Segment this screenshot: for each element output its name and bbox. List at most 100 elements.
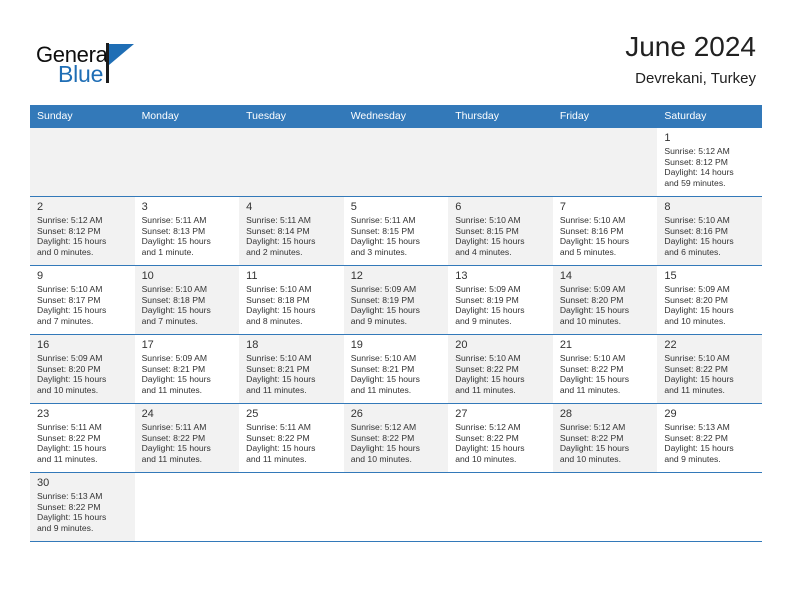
calendar-day-cell[interactable]: 27 Sunrise: 5:12 AM Sunset: 8:22 PM Dayli… <box>448 403 553 473</box>
calendar-day-cell[interactable]: 4 Sunrise: 5:11 AM Sunset: 8:14 PM Daylig… <box>239 196 344 266</box>
sun-times-detail: Sunrise: 5:10 AM Sunset: 8:22 PM Dayligh… <box>455 353 525 395</box>
calendar-cell-content <box>448 128 553 196</box>
calendar-cell-content: 10 Sunrise: 5:10 AM Sunset: 8:18 PM Dayli… <box>134 266 240 334</box>
calendar-cell-content: 6 Sunrise: 5:10 AM Sunset: 8:15 PM Daylig… <box>448 197 553 265</box>
day-number: 16 <box>37 339 50 351</box>
calendar-day-cell[interactable]: 24 Sunrise: 5:11 AM Sunset: 8:22 PM Dayli… <box>134 403 240 473</box>
calendar-day-cell[interactable]: 17 Sunrise: 5:09 AM Sunset: 8:21 PM Dayli… <box>134 334 240 404</box>
calendar-cell-content: 18 Sunrise: 5:10 AM Sunset: 8:21 PM Dayli… <box>239 335 344 403</box>
sun-times-detail: Sunrise: 5:10 AM Sunset: 8:22 PM Dayligh… <box>664 353 734 395</box>
title-block: June 2024 Devrekani, Turkey <box>625 30 756 90</box>
calendar-cell-content: 4 Sunrise: 5:11 AM Sunset: 8:14 PM Daylig… <box>239 197 344 265</box>
sun-times-detail: Sunrise: 5:09 AM Sunset: 8:19 PM Dayligh… <box>455 284 525 326</box>
calendar-day-cell[interactable]: 12 Sunrise: 5:09 AM Sunset: 8:19 PM Dayli… <box>343 265 449 335</box>
calendar-week-row: 23 Sunrise: 5:11 AM Sunset: 8:22 PM Dayli… <box>30 403 762 473</box>
calendar-day-cell[interactable]: 1 Sunrise: 5:12 AM Sunset: 8:12 PM Daylig… <box>657 127 762 197</box>
calendar-week-row: 1 Sunrise: 5:12 AM Sunset: 8:12 PM Daylig… <box>30 127 762 197</box>
calendar-cell-content: 28 Sunrise: 5:12 AM Sunset: 8:22 PM Dayli… <box>552 404 658 472</box>
day-number: 7 <box>559 201 566 213</box>
weekday-header-friday: Friday <box>552 105 658 128</box>
weekday-header-sunday: Sunday <box>30 105 135 128</box>
day-number: 25 <box>246 408 259 420</box>
calendar-cell-content: 29 Sunrise: 5:13 AM Sunset: 8:22 PM Dayli… <box>657 404 762 472</box>
sun-times-detail: Sunrise: 5:11 AM Sunset: 8:14 PM Dayligh… <box>246 215 316 257</box>
calendar-cell-content: 13 Sunrise: 5:09 AM Sunset: 8:19 PM Dayli… <box>448 266 553 334</box>
calendar-page: General Blue June 2024 Devrekani, Turkey… <box>0 0 792 612</box>
sun-times-detail: Sunrise: 5:10 AM Sunset: 8:16 PM Dayligh… <box>559 215 630 257</box>
calendar-day-cell[interactable]: 20 Sunrise: 5:10 AM Sunset: 8:22 PM Dayli… <box>448 334 553 404</box>
calendar-cell-content: 14 Sunrise: 5:09 AM Sunset: 8:20 PM Dayli… <box>552 266 658 334</box>
calendar-day-cell[interactable]: 26 Sunrise: 5:12 AM Sunset: 8:22 PM Dayli… <box>343 403 449 473</box>
sun-times-detail: Sunrise: 5:09 AM Sunset: 8:20 PM Dayligh… <box>559 284 630 326</box>
calendar-day-cell[interactable]: 23 Sunrise: 5:11 AM Sunset: 8:22 PM Dayli… <box>30 403 135 473</box>
sun-times-detail: Sunrise: 5:12 AM Sunset: 8:22 PM Dayligh… <box>350 422 420 464</box>
calendar-day-cell[interactable]: 3 Sunrise: 5:11 AM Sunset: 8:13 PM Daylig… <box>134 196 240 266</box>
calendar-cell-empty <box>239 472 344 541</box>
calendar-day-cell[interactable]: 28 Sunrise: 5:12 AM Sunset: 8:22 PM Dayli… <box>552 403 658 473</box>
day-number: 13 <box>455 270 468 282</box>
sun-times-detail: Sunrise: 5:13 AM Sunset: 8:22 PM Dayligh… <box>37 491 107 533</box>
logo-text-blue: Blue <box>58 61 104 87</box>
calendar-cell-content: 24 Sunrise: 5:11 AM Sunset: 8:22 PM Dayli… <box>134 404 240 472</box>
calendar-cell-empty <box>239 127 344 197</box>
calendar-cell-content <box>239 473 344 541</box>
calendar-day-cell[interactable]: 7 Sunrise: 5:10 AM Sunset: 8:16 PM Daylig… <box>552 196 658 266</box>
day-number: 30 <box>37 477 50 489</box>
calendar-cell-content: 26 Sunrise: 5:12 AM Sunset: 8:22 PM Dayli… <box>343 404 449 472</box>
sun-times-detail: Sunrise: 5:11 AM Sunset: 8:15 PM Dayligh… <box>350 215 420 257</box>
calendar-day-cell[interactable]: 14 Sunrise: 5:09 AM Sunset: 8:20 PM Dayli… <box>552 265 658 335</box>
calendar-day-cell[interactable]: 2 Sunrise: 5:12 AM Sunset: 8:12 PM Daylig… <box>30 196 135 266</box>
calendar-cell-content: 27 Sunrise: 5:12 AM Sunset: 8:22 PM Dayli… <box>448 404 553 472</box>
calendar-week-row: 2 Sunrise: 5:12 AM Sunset: 8:12 PM Daylig… <box>30 196 762 266</box>
day-number: 18 <box>246 339 259 351</box>
calendar-cell-content: 1 Sunrise: 5:12 AM Sunset: 8:12 PM Daylig… <box>657 128 762 196</box>
calendar-day-cell[interactable]: 10 Sunrise: 5:10 AM Sunset: 8:18 PM Dayli… <box>134 265 240 335</box>
calendar-cell-content <box>657 473 762 541</box>
calendar-day-cell[interactable]: 22 Sunrise: 5:10 AM Sunset: 8:22 PM Dayli… <box>657 334 762 404</box>
sun-times-detail: Sunrise: 5:10 AM Sunset: 8:22 PM Dayligh… <box>559 353 630 395</box>
calendar-day-cell[interactable]: 6 Sunrise: 5:10 AM Sunset: 8:15 PM Daylig… <box>448 196 553 266</box>
calendar-day-cell[interactable]: 9 Sunrise: 5:10 AM Sunset: 8:17 PM Daylig… <box>30 265 135 335</box>
calendar-day-cell[interactable]: 25 Sunrise: 5:11 AM Sunset: 8:22 PM Dayli… <box>239 403 344 473</box>
calendar-cell-empty <box>657 472 762 541</box>
calendar-day-cell[interactable]: 19 Sunrise: 5:10 AM Sunset: 8:21 PM Dayli… <box>343 334 449 404</box>
calendar-day-cell[interactable]: 11 Sunrise: 5:10 AM Sunset: 8:18 PM Dayli… <box>239 265 344 335</box>
calendar-day-cell[interactable]: 29 Sunrise: 5:13 AM Sunset: 8:22 PM Dayli… <box>657 403 762 473</box>
general-blue-logo[interactable]: General Blue <box>36 42 196 94</box>
calendar-cell-content: 23 Sunrise: 5:11 AM Sunset: 8:22 PM Dayli… <box>30 404 135 472</box>
calendar-cell-content: 5 Sunrise: 5:11 AM Sunset: 8:15 PM Daylig… <box>344 197 449 265</box>
calendar-cell-empty <box>552 472 658 541</box>
calendar-cell-content: 12 Sunrise: 5:09 AM Sunset: 8:19 PM Dayli… <box>343 266 449 334</box>
day-number: 3 <box>141 201 148 213</box>
calendar-table: Sunday Monday Tuesday Wednesday Thursday Frid… <box>30 105 762 541</box>
calendar-day-cell[interactable]: 8 Sunrise: 5:10 AM Sunset: 8:16 PM Daylig… <box>657 196 762 266</box>
weekday-header-thursday: Thursday <box>448 105 553 128</box>
calendar-day-cell[interactable]: 21 Sunrise: 5:10 AM Sunset: 8:22 PM Dayli… <box>552 334 658 404</box>
calendar-day-cell[interactable]: 30 Sunrise: 5:13 AM Sunset: 8:22 PM Dayli… <box>30 472 135 541</box>
calendar-cell-content <box>448 473 553 541</box>
calendar-day-cell[interactable]: 5 Sunrise: 5:11 AM Sunset: 8:15 PM Daylig… <box>343 196 449 266</box>
day-number: 15 <box>664 270 677 282</box>
calendar-cell-content: 3 Sunrise: 5:11 AM Sunset: 8:13 PM Daylig… <box>135 197 240 265</box>
day-number: 17 <box>141 339 154 351</box>
day-number: 8 <box>664 201 671 213</box>
sun-times-detail: Sunrise: 5:09 AM Sunset: 8:19 PM Dayligh… <box>350 284 420 326</box>
sun-times-detail: Sunrise: 5:11 AM Sunset: 8:22 PM Dayligh… <box>246 422 316 464</box>
calendar-day-cell[interactable]: 18 Sunrise: 5:10 AM Sunset: 8:21 PM Dayli… <box>239 334 344 404</box>
calendar-day-cell[interactable]: 16 Sunrise: 5:09 AM Sunset: 8:20 PM Dayli… <box>30 334 135 404</box>
calendar-cell-content: 22 Sunrise: 5:10 AM Sunset: 8:22 PM Dayli… <box>657 335 762 403</box>
day-number: 20 <box>455 339 468 351</box>
calendar-cell-content <box>552 128 658 196</box>
day-number: 12 <box>350 270 363 282</box>
page-header: General Blue June 2024 Devrekani, Turkey <box>0 0 792 104</box>
calendar-day-cell[interactable]: 15 Sunrise: 5:09 AM Sunset: 8:20 PM Dayli… <box>657 265 762 335</box>
calendar-cell-empty <box>134 472 240 541</box>
day-number: 14 <box>559 270 573 282</box>
weekday-header-saturday: Saturday <box>657 105 762 128</box>
calendar-day-cell[interactable]: 13 Sunrise: 5:09 AM Sunset: 8:19 PM Dayli… <box>448 265 553 335</box>
calendar-header-row: Sunday Monday Tuesday Wednesday Thursday Frid… <box>30 105 762 128</box>
day-number: 21 <box>559 339 573 351</box>
day-number: 1 <box>664 132 671 144</box>
weekday-header-monday: Monday <box>134 105 240 128</box>
calendar-cell-empty <box>448 127 553 197</box>
